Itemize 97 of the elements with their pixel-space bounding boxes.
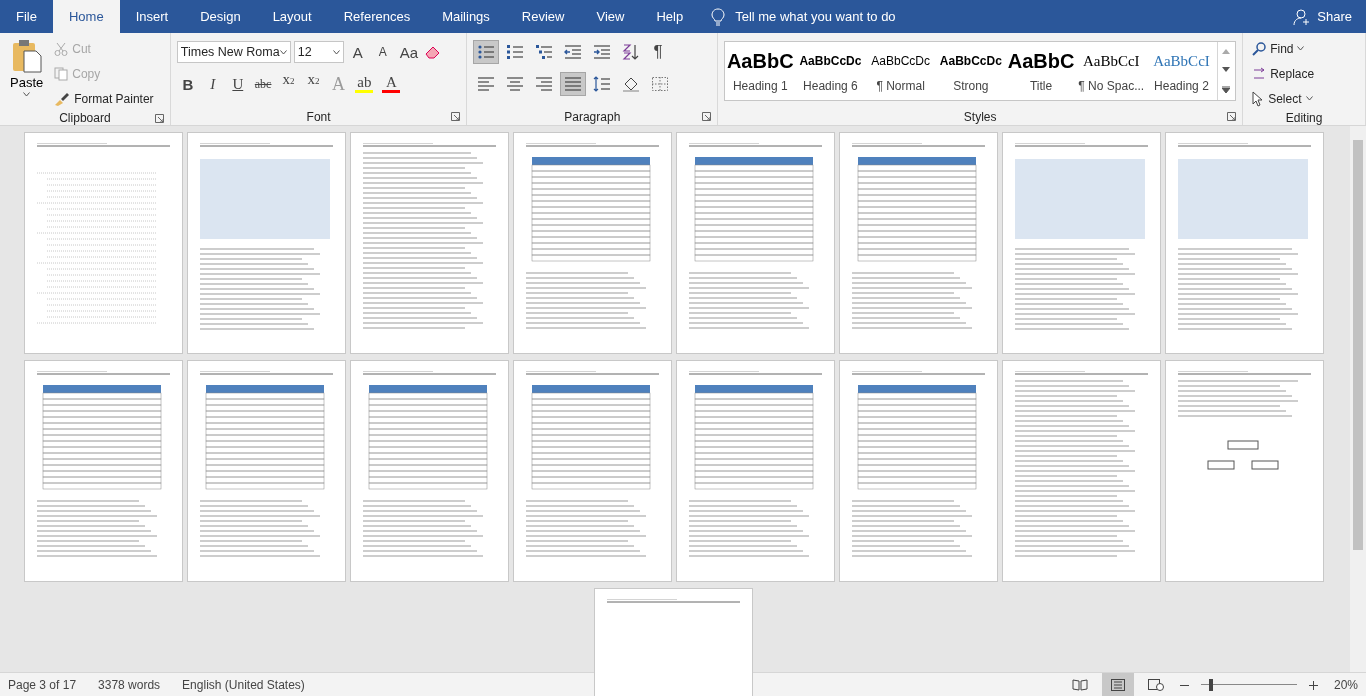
style-gallery-item[interactable]: AaBbC Heading 1 <box>725 42 796 100</box>
document-page[interactable] <box>351 361 508 581</box>
ribbon-tab[interactable]: Layout <box>256 0 328 33</box>
scrollbar[interactable] <box>1350 126 1366 672</box>
scissors-icon <box>54 41 69 56</box>
style-gallery-item[interactable]: AaBbCcI ¶ No Spac... <box>1076 42 1147 100</box>
language-indicator[interactable]: English (United States) <box>182 677 305 692</box>
search-icon <box>1252 41 1267 56</box>
font-button[interactable]: B <box>176 72 199 96</box>
word-count[interactable]: 3378 words <box>98 677 161 692</box>
style-gallery-item[interactable]: AaBbCcI Heading 2 <box>1146 42 1217 100</box>
increase-indent-icon <box>593 44 612 60</box>
document-page[interactable] <box>840 133 997 353</box>
font-button[interactable]: A <box>371 40 394 64</box>
align-left-icon <box>477 76 496 92</box>
ribbon-tab[interactable]: Review <box>505 0 581 33</box>
paragraph-button[interactable] <box>560 72 587 96</box>
replace-button[interactable]: Replace <box>1249 62 1359 85</box>
justify-icon <box>564 76 583 92</box>
paste-button[interactable]: Paste <box>6 37 48 110</box>
ribbon-tab[interactable]: View <box>580 0 641 33</box>
web-layout-icon <box>1147 678 1164 691</box>
style-gallery-item[interactable]: AaBbCcDc Strong <box>935 42 1006 100</box>
font-button[interactable]: U <box>226 72 249 96</box>
page-count[interactable]: Page 3 of 17 <box>8 677 77 692</box>
group-label: Styles <box>963 109 997 124</box>
ribbon-tab[interactable]: Insert <box>119 0 185 33</box>
cursor-icon <box>1252 90 1265 107</box>
font-button[interactable]: Aa <box>396 40 422 64</box>
lightbulb-icon <box>711 7 726 26</box>
multilevel-list-icon <box>535 44 554 60</box>
document-page[interactable] <box>25 361 182 581</box>
document-page[interactable] <box>840 361 997 581</box>
plus-icon <box>1308 681 1318 690</box>
ribbon-tab[interactable]: Design <box>184 0 257 33</box>
decrease-indent-icon <box>564 44 583 60</box>
font-button[interactable]: ab <box>352 72 377 96</box>
caret-icon <box>23 92 31 97</box>
document-page[interactable] <box>677 133 834 353</box>
tell-me-field[interactable]: Tell me what you want to do <box>733 8 958 25</box>
dialog-launcher-icon <box>702 112 712 121</box>
page-layout-icon <box>1110 678 1125 691</box>
numbering-icon <box>506 44 525 60</box>
style-gallery-item[interactable]: AaBbCcDc Heading 6 <box>795 42 866 100</box>
book-icon <box>1071 678 1088 691</box>
shading-icon <box>622 76 641 92</box>
dialog-launcher-icon <box>1227 112 1237 121</box>
scroll-down-icon <box>1222 67 1231 73</box>
bullets-icon <box>477 44 496 60</box>
document-page[interactable] <box>677 361 834 581</box>
zoom-thumb[interactable] <box>1208 678 1213 691</box>
view-button[interactable] <box>1101 673 1134 696</box>
font-name-field[interactable]: Times New Roma <box>176 41 291 63</box>
clipboard-icon <box>11 39 42 73</box>
borders-icon <box>651 76 670 92</box>
caret-icon <box>279 49 287 55</box>
group-label: Font <box>306 109 331 124</box>
ribbon-tab[interactable]: Mailings <box>426 0 506 33</box>
group-label: Paragraph <box>564 109 621 124</box>
caret-icon <box>1297 46 1305 51</box>
select-button[interactable]: Select <box>1249 87 1359 110</box>
ribbon-tab[interactable]: Help <box>640 0 700 33</box>
sort-icon <box>622 44 641 60</box>
dialog-launcher-icon <box>451 112 461 121</box>
ribbon-tab[interactable]: Home <box>52 0 120 33</box>
caret-icon <box>1305 96 1313 101</box>
paintbrush-icon <box>54 91 71 106</box>
line-spacing-icon <box>593 76 612 92</box>
font-button[interactable]: I <box>201 72 224 96</box>
replace-icon <box>1252 66 1267 81</box>
font-button[interactable]: A <box>346 40 369 64</box>
show-formatting-button[interactable]: ¶ <box>647 41 669 63</box>
group-label: Editing <box>1285 110 1323 125</box>
share-button[interactable]: Share <box>1287 0 1358 33</box>
font-size-field[interactable]: 12 <box>293 41 344 63</box>
zoom-level[interactable]: 20% <box>1333 677 1358 692</box>
caret-icon <box>332 49 340 55</box>
ribbon-tab[interactable]: References <box>327 0 427 33</box>
format-painter-button[interactable]: Format Painter <box>51 87 157 110</box>
font-button[interactable]: abc <box>251 72 275 96</box>
document-page[interactable] <box>188 361 345 581</box>
align-right-icon <box>535 76 554 92</box>
group-label: Clipboard <box>59 110 111 125</box>
copy-icon <box>54 66 69 81</box>
ribbon-tab[interactable]: File <box>0 0 53 33</box>
dialog-launcher-icon <box>154 114 164 123</box>
style-gallery-item[interactable]: AaBbC Title <box>1005 42 1077 100</box>
person-add-icon <box>1293 7 1312 26</box>
more-styles-icon <box>1222 86 1231 94</box>
find-button[interactable]: Find <box>1249 37 1359 60</box>
document-page[interactable] <box>514 361 671 581</box>
font-button[interactable]: A <box>379 72 404 96</box>
scroll-up-icon <box>1222 48 1231 54</box>
document-page[interactable] <box>514 133 671 353</box>
style-gallery-item[interactable]: AaBbCcDc ¶ Normal <box>865 42 936 100</box>
paragraph-button[interactable] <box>473 40 500 64</box>
align-center-icon <box>506 76 525 92</box>
